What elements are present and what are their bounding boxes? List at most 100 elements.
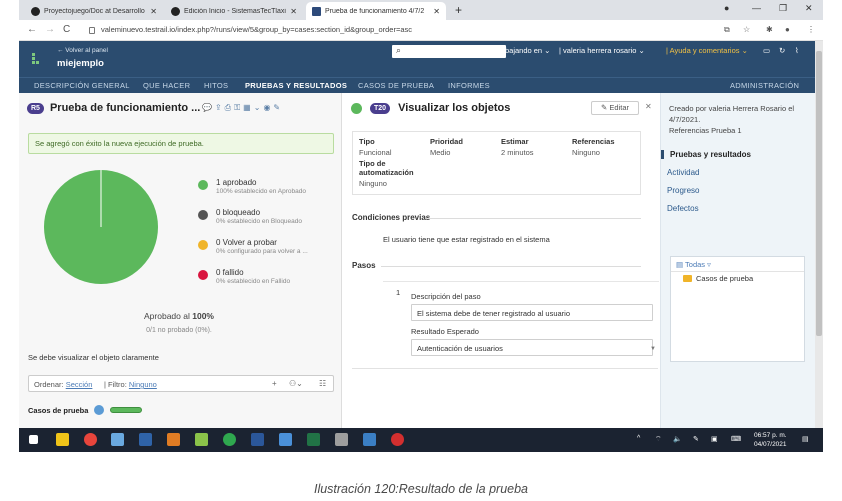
run-meta: Creado por valeria Herrera Rosario el 4/…	[669, 103, 809, 136]
run-title[interactable]: Prueba de funcionamiento ...	[50, 102, 200, 114]
run-badge: R5	[27, 102, 44, 114]
profile-icon[interactable]: ●	[785, 25, 790, 34]
sidebar-activity[interactable]: Actividad	[661, 168, 815, 177]
sort-link[interactable]: Sección	[66, 380, 93, 389]
notifications-icon[interactable]: ▤	[802, 435, 809, 443]
assign-user-icon[interactable]: ⚇⌄	[289, 379, 303, 388]
columns-icon[interactable]: ☷	[319, 379, 326, 388]
cases-label: Casos de prueba	[28, 405, 89, 415]
forward-arrow-icon[interactable]: →	[45, 24, 55, 35]
windows-start-icon[interactable]	[29, 435, 38, 444]
tab-testrail[interactable]: Prueba de funcionamiento 4/7/2 ✕	[306, 2, 446, 20]
file-explorer-icon[interactable]	[56, 433, 69, 446]
taskbar: ^ ⌔ 🔈 ✎ ▣ ⌨ 06:57 p. m. 04/07/2021 ▤	[19, 428, 823, 452]
network-icon[interactable]: ⌔	[655, 435, 662, 444]
edit-button[interactable]: ✎ Editar	[591, 101, 639, 115]
info-icon[interactable]	[94, 405, 105, 415]
close-icon[interactable]: ✕	[150, 7, 157, 16]
legend-detail: 0% configurado para volver a ...	[216, 248, 308, 255]
browser-window: Proyectojuego/Doc at Desarrollo ✕ Edició…	[19, 0, 823, 452]
excel-icon[interactable]	[307, 433, 320, 446]
nav-reports[interactable]: INFORMES	[448, 81, 490, 90]
run-description: Se debe visualizar el objeto claramente	[28, 353, 159, 362]
app-icon[interactable]	[223, 433, 236, 446]
lock-icon: ⚿	[234, 103, 244, 112]
app-icon[interactable]	[167, 433, 180, 446]
print-icon: ⎙	[224, 103, 235, 112]
refresh-icon[interactable]: ↻	[779, 46, 785, 55]
tab-github-1[interactable]: Proyectojuego/Doc at Desarrollo ✕	[25, 2, 163, 20]
filter-control[interactable]: | Filtro: Ninguno	[104, 380, 157, 389]
close-icon[interactable]: ✕	[290, 7, 297, 16]
expected-result: Autenticación de usuarios	[411, 339, 653, 356]
rss-icon[interactable]: ⌇	[795, 46, 799, 55]
tab-title: Proyectojuego/Doc at Desarrollo	[44, 7, 145, 15]
nav-overview[interactable]: DESCRIPCIÓN GENERAL	[34, 81, 130, 90]
help-menu[interactable]: | Ayuda y comentarios ⌄	[666, 46, 748, 55]
page-scrollbar[interactable]	[815, 41, 823, 428]
pen-icon[interactable]: ✎	[693, 435, 699, 443]
translate-icon[interactable]: ⧉	[724, 25, 730, 35]
url-text: valeminuevo.testrail.io/index.php?/runs/…	[101, 25, 413, 34]
project-name[interactable]: miejemplo	[57, 58, 104, 69]
legend-detail: 0% establecido en Fallido	[216, 278, 291, 285]
legend-label: 0 bloqueado	[216, 208, 261, 217]
tree-folder[interactable]: Casos de prueba	[683, 274, 753, 283]
app-icon[interactable]	[279, 433, 292, 446]
app-icon[interactable]	[195, 433, 208, 446]
user-menu[interactable]: | valeria herrera rosario ⌄	[559, 46, 645, 55]
app-icon[interactable]	[363, 433, 376, 446]
restore-icon[interactable]: ❐	[779, 3, 787, 14]
tray-chevron-icon[interactable]: ^	[637, 435, 640, 442]
menu-icon[interactable]: ⋮	[807, 25, 815, 34]
figure-caption: Ilustración 120:Resultado de la prueba	[313, 482, 529, 496]
sidebar-defects[interactable]: Defectos	[661, 204, 815, 213]
search-input[interactable]: ⌕	[392, 45, 506, 58]
back-arrow-icon[interactable]: ←	[27, 24, 37, 35]
close-panel-icon[interactable]: ✕	[645, 102, 652, 111]
run-toolbar[interactable]: 💬⇪⎙⚿▦⌄◉✎	[202, 103, 283, 113]
nav-milestones[interactable]: HITOS	[204, 81, 228, 90]
field-references: Referencias Ninguno	[572, 137, 615, 157]
record-icon[interactable]: ●	[724, 3, 729, 13]
filter-link[interactable]: Ninguno	[129, 380, 157, 389]
chrome-icon[interactable]	[84, 433, 97, 446]
back-to-dashboard-link[interactable]: ← Volver al panel	[57, 47, 108, 54]
nav-test-cases[interactable]: CASOS DE PRUEBA	[358, 81, 434, 90]
sidebar-tests-results[interactable]: Pruebas y resultados	[661, 150, 815, 159]
tab-title: Edición Inicio - SistemasTecTlaxia	[184, 7, 287, 15]
url-field[interactable]: valeminuevo.testrail.io/index.php?/runs/…	[89, 25, 412, 34]
tab-github-2[interactable]: Edición Inicio - SistemasTecTlaxia ✕	[165, 2, 303, 20]
tree-filter[interactable]: ▤ Todas ▿	[676, 260, 711, 269]
add-icon[interactable]: +	[272, 379, 277, 388]
extensions-icon[interactable]: ✱	[766, 25, 773, 34]
app-icon[interactable]	[391, 433, 404, 446]
nav-administration[interactable]: ADMINISTRACIÓN	[730, 81, 799, 90]
main-nav: DESCRIPCIÓN GENERAL QUE HACER HITOS PRUE…	[19, 77, 815, 93]
star-icon[interactable]: ☆	[743, 25, 750, 34]
created-by: Creado por valeria Herrera Rosario el 4/…	[669, 104, 795, 124]
app-icon[interactable]	[335, 433, 348, 446]
app-icon[interactable]	[111, 433, 124, 446]
word-icon[interactable]	[251, 433, 264, 446]
nav-todo[interactable]: QUE HACER	[143, 81, 190, 90]
volume-icon[interactable]: 🔈	[673, 435, 682, 443]
app-tray-icon[interactable]: ▣	[711, 435, 718, 443]
window-close-icon[interactable]: ✕	[805, 3, 813, 14]
app-icon[interactable]	[139, 433, 152, 446]
keyboard-icon[interactable]: ⌨	[731, 435, 741, 443]
workspace-menu[interactable]: Trabajando en ⌄	[494, 46, 550, 55]
sort-filter-bar: Ordenar: Sección | Filtro: Ninguno + ⚇⌄ …	[28, 375, 334, 392]
reload-icon[interactable]: C	[63, 24, 70, 35]
nav-tests-results[interactable]: PRUEBAS Y RESULTADOS	[245, 81, 347, 90]
scroll-down-icon[interactable]: ▼	[650, 346, 656, 352]
messages-icon[interactable]: ▭	[763, 46, 770, 55]
sidebar-progress[interactable]: Progreso	[661, 186, 815, 195]
new-tab-icon[interactable]: +	[455, 3, 462, 17]
sort-control[interactable]: Ordenar: Sección	[34, 380, 92, 389]
minimize-icon[interactable]: —	[752, 3, 761, 13]
blocked-dot	[198, 210, 208, 220]
clock[interactable]: 06:57 p. m. 04/07/2021	[754, 431, 787, 449]
close-icon[interactable]: ✕	[433, 7, 440, 16]
field-priority: Prioridad Medio	[430, 137, 463, 157]
